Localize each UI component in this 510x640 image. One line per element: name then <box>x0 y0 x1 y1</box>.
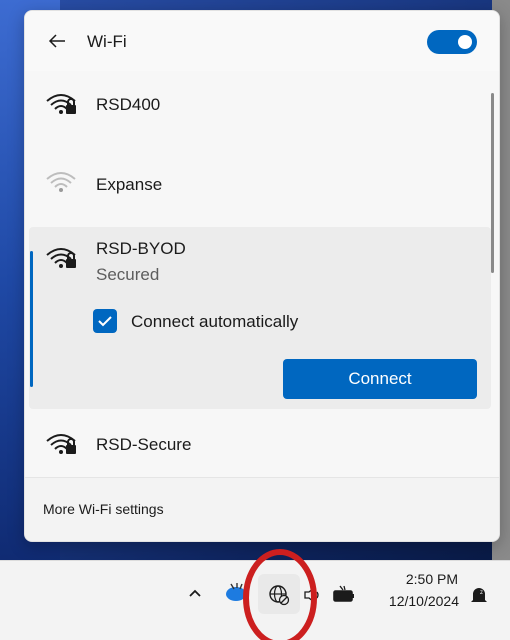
wifi-header: Wi-Fi <box>25 11 499 71</box>
connect-automatically-checkbox[interactable] <box>93 309 117 333</box>
network-status: Secured <box>96 265 160 284</box>
battery-icon[interactable] <box>332 584 356 611</box>
wifi-title: Wi-Fi <box>87 32 127 51</box>
network-name: Expanse <box>96 175 163 194</box>
clock-date[interactable]: 12/10/2024 <box>377 593 459 609</box>
wifi-secured-icon <box>45 243 85 273</box>
chevron-up-icon[interactable] <box>186 584 204 607</box>
toggle-knob <box>458 35 472 49</box>
more-wifi-settings-link[interactable]: More Wi-Fi settings <box>43 501 164 517</box>
selection-indicator <box>30 251 33 387</box>
scrollbar-thumb[interactable] <box>491 93 494 273</box>
notification-icon[interactable]: z <box>468 584 490 611</box>
back-arrow-icon[interactable] <box>45 29 69 53</box>
annotation-circle <box>243 549 317 640</box>
connect-button[interactable]: Connect <box>283 359 477 399</box>
network-name: RSD400 <box>96 95 161 114</box>
network-name: RSD-Secure <box>96 435 192 454</box>
clock-time[interactable]: 2:50 PM <box>398 571 458 587</box>
connect-automatically-label[interactable]: Connect automatically <box>131 312 298 332</box>
wifi-weak-icon <box>45 167 85 197</box>
checkmark-icon <box>98 316 112 327</box>
scrollbar[interactable] <box>491 93 495 273</box>
wifi-secured-icon <box>45 89 85 119</box>
network-name: RSD-BYOD <box>96 239 186 258</box>
wifi-toggle[interactable] <box>427 30 477 54</box>
wifi-secured-icon <box>45 429 85 459</box>
network-item-rsd-secure[interactable]: RSD-Secure <box>25 425 489 467</box>
svg-text:z: z <box>480 590 483 596</box>
wifi-flyout: Wi-Fi RSD400 Expanse RSD-BYOD Secured Co… <box>24 10 500 542</box>
network-item-rsd400[interactable]: RSD400 <box>25 85 489 127</box>
flyout-footer: More Wi-Fi settings <box>25 478 499 541</box>
network-item-expanse[interactable]: Expanse <box>25 163 489 205</box>
